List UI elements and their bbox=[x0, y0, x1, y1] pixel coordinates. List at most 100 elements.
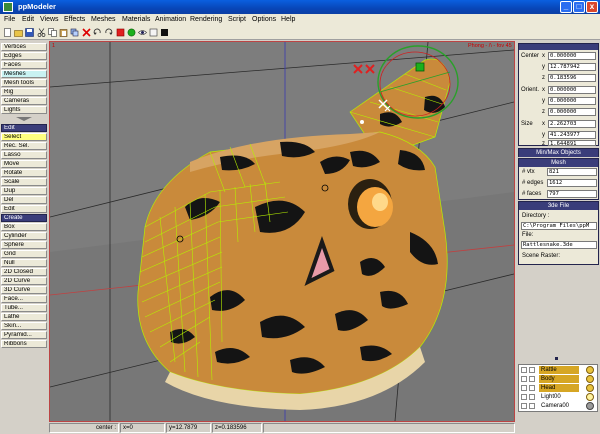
center-y-field[interactable]: 12.787942 bbox=[548, 63, 596, 71]
close-button[interactable]: x bbox=[586, 1, 598, 13]
tool-rec-sel[interactable]: Rec. Sel. bbox=[1, 142, 47, 151]
create-3d-curve[interactable]: 3D Curve bbox=[1, 286, 47, 295]
orient-z-field[interactable]: 0.000000 bbox=[548, 108, 596, 116]
lock-toggle[interactable] bbox=[529, 367, 535, 373]
create-ribbons[interactable]: Ribbons bbox=[1, 340, 47, 349]
category-mesh-tools[interactable]: Mesh tools bbox=[1, 79, 47, 88]
maximize-button[interactable]: □ bbox=[573, 1, 585, 13]
light-bulb-icon[interactable] bbox=[586, 384, 594, 392]
cut-icon[interactable] bbox=[37, 28, 46, 37]
copy-icon[interactable] bbox=[48, 28, 57, 37]
viewport-scene[interactable] bbox=[50, 42, 514, 421]
category-faces[interactable]: Faces bbox=[1, 61, 47, 70]
create-null[interactable]: Null bbox=[1, 259, 47, 268]
light-bulb-icon[interactable] bbox=[586, 366, 594, 374]
tool-scale[interactable]: Scale bbox=[1, 178, 47, 187]
object-row-head[interactable]: Head bbox=[519, 384, 597, 393]
visibility-toggle[interactable] bbox=[521, 376, 527, 382]
title-bar: ppModeler _ □ x bbox=[0, 0, 600, 14]
tool-del[interactable]: Del bbox=[1, 196, 47, 205]
size-x-field[interactable]: 2.262703 bbox=[548, 120, 596, 128]
tool-dup[interactable]: Dup bbox=[1, 187, 47, 196]
minmax-objects-button[interactable]: Min/Max Objects bbox=[518, 148, 599, 157]
category-cameras[interactable]: Cameras bbox=[1, 97, 47, 106]
category-edges[interactable]: Edges bbox=[1, 52, 47, 61]
object-row-light00[interactable]: Light00 bbox=[519, 393, 597, 402]
lock-toggle[interactable] bbox=[529, 403, 535, 409]
menu-meshes[interactable]: Meshes bbox=[91, 16, 116, 23]
size-z-field[interactable]: 1.644891 bbox=[548, 140, 596, 146]
size-y-field[interactable]: 41.243977 bbox=[548, 131, 596, 139]
create-lathe[interactable]: Lathe bbox=[1, 313, 47, 322]
menu-edit[interactable]: Edit bbox=[22, 16, 34, 23]
visibility-toggle[interactable] bbox=[521, 385, 527, 391]
black-square-icon[interactable] bbox=[160, 28, 169, 37]
orient-x-field[interactable]: 0.000000 bbox=[548, 86, 596, 94]
red-square-icon[interactable] bbox=[116, 28, 125, 37]
create-skin[interactable]: Skin... bbox=[1, 322, 47, 331]
menu-script[interactable]: Script bbox=[228, 16, 246, 23]
file-field[interactable]: Rattlesnake.3de bbox=[521, 241, 597, 249]
visibility-toggle[interactable] bbox=[521, 367, 527, 373]
light-bulb-icon[interactable] bbox=[586, 375, 594, 383]
category-lights[interactable]: Lights bbox=[1, 106, 47, 115]
panel-splitter-dot[interactable] bbox=[555, 357, 558, 360]
create-tube[interactable]: Tube... bbox=[1, 304, 47, 313]
menu-views[interactable]: Views bbox=[40, 16, 59, 23]
green-circle-icon[interactable] bbox=[127, 28, 136, 37]
category-vertices[interactable]: Vertices bbox=[1, 43, 47, 52]
object-row-rattle[interactable]: Rattle bbox=[519, 366, 597, 375]
undo-icon[interactable] bbox=[93, 28, 102, 37]
lock-toggle[interactable] bbox=[529, 394, 535, 400]
collapse-arrow-icon[interactable] bbox=[14, 116, 34, 122]
create-2d-closed[interactable]: 2D Closed bbox=[1, 268, 47, 277]
light-bulb-icon[interactable] bbox=[586, 393, 594, 401]
menu-options[interactable]: Options bbox=[252, 16, 276, 23]
open-folder-icon[interactable] bbox=[14, 28, 23, 37]
tool-move[interactable]: Move bbox=[1, 160, 47, 169]
lock-toggle[interactable] bbox=[529, 385, 535, 391]
white-square-icon[interactable] bbox=[149, 28, 158, 37]
category-rig[interactable]: Rig bbox=[1, 88, 47, 97]
category-meshes[interactable]: Meshes bbox=[1, 70, 47, 79]
create-pyramid[interactable]: Pyramid... bbox=[1, 331, 47, 340]
tool-rotate[interactable]: Rotate bbox=[1, 169, 47, 178]
object-name: Camera00 bbox=[541, 403, 570, 409]
delete-x-icon[interactable] bbox=[82, 28, 91, 37]
tool-lasso[interactable]: Lasso bbox=[1, 151, 47, 160]
center-z-field[interactable]: 0.183596 bbox=[548, 74, 596, 82]
create-cylinder[interactable]: Cylinder bbox=[1, 232, 47, 241]
object-row-body[interactable]: Body bbox=[519, 375, 597, 384]
eye-icon[interactable] bbox=[138, 28, 147, 37]
camera-icon[interactable] bbox=[586, 402, 594, 410]
save-icon[interactable] bbox=[25, 28, 34, 37]
visibility-toggle[interactable] bbox=[521, 403, 527, 409]
create-2d-curve[interactable]: 2D Curve bbox=[1, 277, 47, 286]
create-grid[interactable]: Grid bbox=[1, 250, 47, 259]
menu-effects[interactable]: Effects bbox=[64, 16, 85, 23]
create-sphere[interactable]: Sphere bbox=[1, 241, 47, 250]
layers-icon[interactable] bbox=[70, 28, 79, 37]
tool-select[interactable]: Select bbox=[1, 133, 47, 142]
menu-rendering[interactable]: Rendering bbox=[190, 16, 222, 23]
menu-animation[interactable]: Animation bbox=[155, 16, 186, 23]
visibility-toggle[interactable] bbox=[521, 394, 527, 400]
axis-x-label: x bbox=[542, 53, 545, 59]
object-row-camera00[interactable]: Camera00 bbox=[519, 402, 597, 411]
directory-field[interactable]: C:\Program Files\ppM bbox=[521, 222, 597, 230]
menu-file[interactable]: File bbox=[4, 16, 15, 23]
redo-icon[interactable] bbox=[104, 28, 113, 37]
minimize-button[interactable]: _ bbox=[560, 1, 572, 13]
menu-help[interactable]: Help bbox=[281, 16, 295, 23]
viewport-mode-label[interactable]: Phong - /\ - fov 45 bbox=[468, 43, 512, 49]
paste-icon[interactable] bbox=[59, 28, 68, 37]
new-file-icon[interactable] bbox=[3, 28, 12, 37]
create-face[interactable]: Face... bbox=[1, 295, 47, 304]
menu-materials[interactable]: Materials bbox=[122, 16, 150, 23]
orient-y-field[interactable]: 0.000000 bbox=[548, 97, 596, 105]
3d-viewport[interactable]: 1 Phong - /\ - fov 45 bbox=[49, 41, 515, 422]
create-box[interactable]: Box bbox=[1, 223, 47, 232]
tool-edit[interactable]: Edit bbox=[1, 205, 47, 214]
center-x-field[interactable]: 0.000000 bbox=[548, 52, 596, 60]
lock-toggle[interactable] bbox=[529, 376, 535, 382]
